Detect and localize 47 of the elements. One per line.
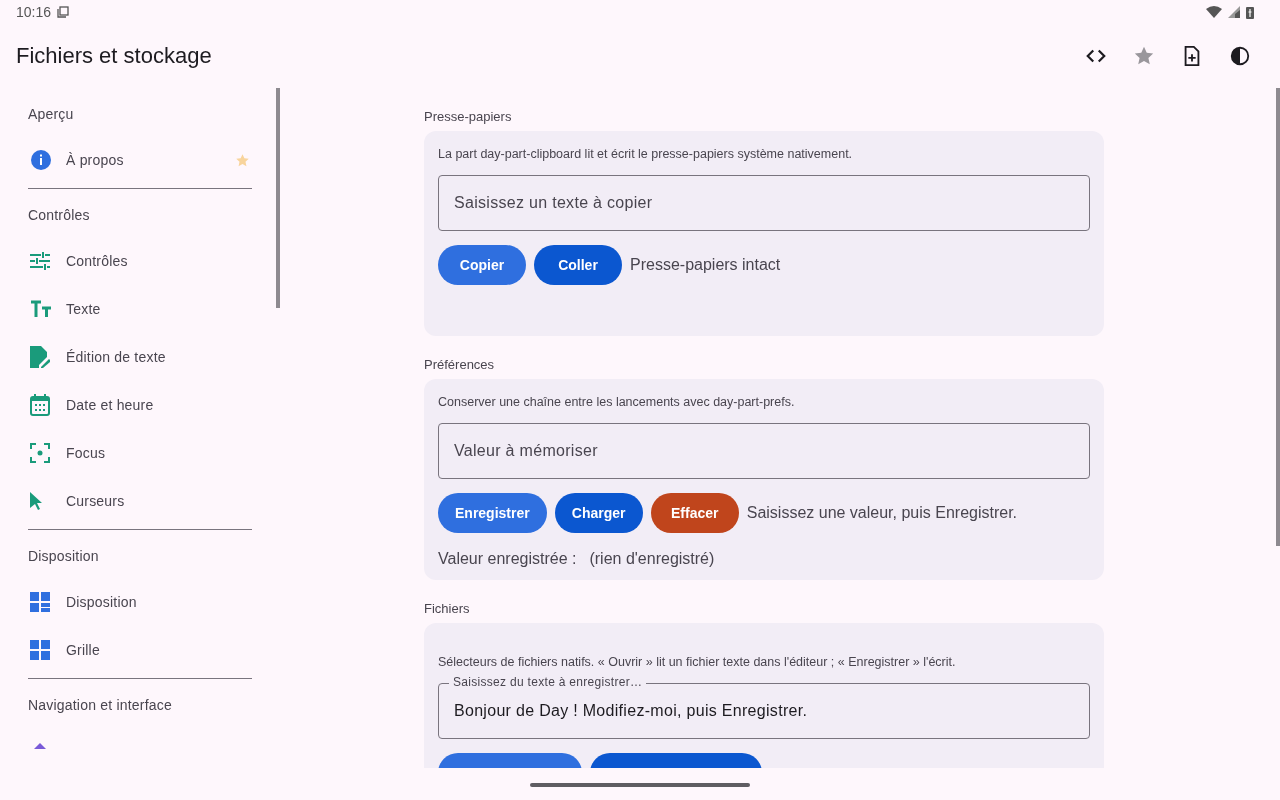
- section-heading: Aperçu: [28, 105, 75, 124]
- field-label: Saisissez du texte à enregistrer…: [449, 675, 647, 689]
- card-heading: Fichiers: [424, 600, 471, 618]
- nav-item[interactable]: Édition de texte: [28, 333, 252, 381]
- nav-item[interactable]: Curseurs: [28, 477, 252, 525]
- grid-icon: [30, 640, 50, 660]
- status-text: Presse-papiers intact: [630, 256, 781, 274]
- text-field[interactable]: Saisissez un texte à copier: [438, 175, 1090, 231]
- saved-label: Valeur enregistrée :: [438, 550, 577, 568]
- status-text: Saisissez une valeur, puis Enregistrer.: [746, 504, 1018, 522]
- action-button[interactable]: Coller: [534, 245, 622, 285]
- nav-item[interactable]: À propos: [28, 136, 252, 184]
- cursor-icon: [30, 492, 42, 510]
- layout-icon: [30, 592, 50, 612]
- action-button[interactable]: Effacer: [650, 493, 739, 533]
- app-title: Fichiers et stockage: [16, 43, 212, 69]
- text-field[interactable]: Valeur à mémoriser: [438, 423, 1090, 479]
- section-heading: Contrôles: [28, 206, 91, 225]
- status-time: 10:16: [16, 4, 52, 20]
- card-description: Conserver une chaîne entre les lancements avec day-part-prefs.: [438, 395, 796, 409]
- card-heading: Préférences: [424, 356, 496, 374]
- action-button[interactable]: Charger: [554, 493, 643, 533]
- wifi-icon: [1206, 6, 1222, 18]
- nav-item[interactable]: Disposition: [28, 578, 252, 626]
- card-heading: Presse-papiers: [424, 108, 513, 126]
- saved-value: (rien d'enregistré): [589, 550, 715, 568]
- nav-item[interactable]: Grille: [28, 626, 252, 674]
- card-description: La part day-part-clipboard lit et écrit le presse-papiers système nativement.: [438, 147, 854, 161]
- edit-document-icon: [30, 346, 50, 368]
- home-handle[interactable]: [530, 783, 750, 787]
- battery-icon: [1246, 5, 1254, 19]
- action-button[interactable]: Enregistrer: [438, 493, 547, 533]
- action-button[interactable]: Copier: [438, 245, 526, 285]
- focus-icon: [30, 443, 50, 463]
- nav-item[interactable]: Contrôles: [28, 237, 252, 285]
- nav-item[interactable]: Focus: [28, 429, 252, 477]
- calendar-icon: [30, 394, 50, 416]
- nav-item[interactable]: Texte: [28, 285, 252, 333]
- sliders-icon: [30, 252, 50, 270]
- text-size-icon: [30, 300, 52, 318]
- nav-item[interactable]: Date et heure: [28, 381, 252, 429]
- section-heading: Navigation et interface: [28, 696, 173, 715]
- card-description: Sélecteurs de fichiers natifs. « Ouvrir » lit un fichier texte dans l'éditeur ; « Enregistrer » l'écrit.: [438, 655, 957, 669]
- signal-icon: [1228, 6, 1240, 18]
- screenshot-icon: [57, 6, 70, 18]
- section-heading: Disposition: [28, 547, 100, 566]
- info-icon: [30, 149, 52, 171]
